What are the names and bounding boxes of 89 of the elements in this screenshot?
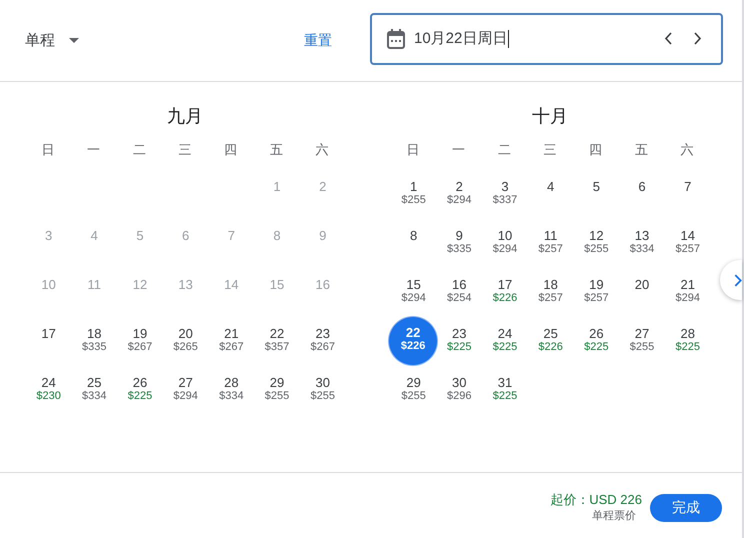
done-button[interactable]: 完成 <box>650 494 722 522</box>
calendar-day: 10 <box>26 274 72 319</box>
chevron-right-icon <box>734 272 742 288</box>
weekday-label: 二 <box>496 141 512 159</box>
month-title: 十月 <box>532 105 568 127</box>
weekday-label: 四 <box>588 141 604 159</box>
weekday-label: 六 <box>680 141 695 159</box>
calendar-day[interactable]: 15 $294 <box>391 274 436 319</box>
calendar-day: 16 <box>300 274 346 319</box>
calendar-day[interactable]: 17 <box>26 323 72 368</box>
weekday-label: 日 <box>40 141 56 159</box>
calendar-day: 6 <box>163 225 208 270</box>
calendar-day[interactable]: 26 $225 <box>117 372 162 417</box>
calendar-day[interactable]: 22 $357 <box>254 323 300 368</box>
weekday-label: 六 <box>314 141 330 159</box>
calendar-day[interactable]: 7 <box>665 176 710 221</box>
calendar-day[interactable]: 24 $225 <box>482 323 528 368</box>
weekday-label: 二 <box>132 141 147 159</box>
calendar-day[interactable]: 30 $255 <box>300 372 346 417</box>
calendar-day[interactable]: 30 $296 <box>436 372 482 417</box>
calendar-day[interactable]: 19 $267 <box>117 323 162 368</box>
calendar-day[interactable]: 9 $335 <box>436 225 482 270</box>
calendar-day[interactable]: 28 $225 <box>665 323 710 368</box>
calendar-day[interactable]: 5 <box>574 176 619 221</box>
reset-link[interactable]: 重置 <box>304 28 332 54</box>
weekday-label: 四 <box>223 141 238 159</box>
calendar-day[interactable]: 18 $257 <box>528 274 574 319</box>
calendar-day: 8 <box>254 225 300 270</box>
calendar-day[interactable]: 21 $294 <box>665 274 710 319</box>
calendar-icon <box>387 28 405 48</box>
calendar-day[interactable]: 22 $226 <box>389 317 438 365</box>
calendar-day[interactable]: 11 $257 <box>528 225 574 270</box>
date-field[interactable]: 10月22日周日 <box>370 12 723 64</box>
price-note: 单程票价 <box>592 509 636 524</box>
calendar-day[interactable]: 12 $255 <box>574 225 619 270</box>
calendar-day[interactable]: 18 $335 <box>72 323 117 368</box>
calendar-day: 3 <box>26 225 72 270</box>
calendar-day: 4 <box>72 225 117 270</box>
calendar-day[interactable]: 28 $334 <box>208 372 254 417</box>
calendar-day[interactable]: 23 $267 <box>300 323 346 368</box>
calendar-day[interactable]: 23 $225 <box>436 323 482 368</box>
calendar-day[interactable]: 14 $257 <box>665 225 710 270</box>
trip-type-dropdown[interactable]: 单程 <box>17 25 87 56</box>
calendar-day: 12 <box>117 274 162 319</box>
weekday-label: 五 <box>634 141 649 159</box>
calendar-day[interactable]: 1 $255 <box>391 176 436 221</box>
chevron-right-icon <box>694 32 702 45</box>
calendar-day[interactable]: 26 $225 <box>574 323 619 368</box>
month-title: 九月 <box>167 105 203 127</box>
calendar-day[interactable]: 10 $294 <box>482 225 528 270</box>
calendar-day[interactable]: 6 <box>620 176 665 221</box>
caret-icon <box>69 38 79 43</box>
calendar-day[interactable]: 2 $294 <box>436 176 482 221</box>
calendar-day: 11 <box>72 274 117 319</box>
calendar-day[interactable]: 29 $255 <box>254 372 300 417</box>
calendar-day[interactable]: 20 <box>620 274 665 319</box>
calendar-day[interactable]: 4 <box>528 176 574 221</box>
weekday-label: 五 <box>268 141 284 159</box>
weekday-label: 一 <box>451 141 466 159</box>
calendar-day: 9 <box>300 225 346 270</box>
calendar-day: 2 <box>300 176 346 221</box>
calendar-day: 5 <box>117 225 162 270</box>
calendar-day: 13 <box>163 274 208 319</box>
calendar-day: 7 <box>208 225 254 270</box>
calendar-day[interactable]: 25 $334 <box>72 372 117 417</box>
calendar-day[interactable]: 19 $257 <box>574 274 619 319</box>
calendar-day: 1 <box>254 176 300 221</box>
calendar-day[interactable]: 27 $255 <box>620 323 665 368</box>
next-month-button[interactable] <box>720 260 742 300</box>
weekday-label: 日 <box>405 141 420 159</box>
calendar-day[interactable]: 17 $226 <box>482 274 528 319</box>
calendar-day[interactable]: 20 $265 <box>163 323 208 368</box>
calendar-day[interactable]: 24 $230 <box>26 372 72 417</box>
calendar-day: 15 <box>254 274 300 319</box>
chevron-left-icon <box>664 32 672 45</box>
calendar-day: 14 <box>208 274 254 319</box>
calendar-day[interactable]: 27 $294 <box>163 372 208 417</box>
calendar-day[interactable]: 16 $254 <box>436 274 482 319</box>
weekday-label: 一 <box>86 141 102 159</box>
calendar-day[interactable]: 25 $226 <box>528 323 574 368</box>
starting-price: 起价：USD 226 <box>550 491 642 509</box>
weekday-label: 三 <box>542 141 558 159</box>
calendar-day[interactable]: 29 $255 <box>391 372 436 417</box>
calendar-day[interactable]: 21 $267 <box>208 323 254 368</box>
weekday-label: 三 <box>178 141 192 159</box>
calendar-day[interactable]: 3 $337 <box>482 176 528 221</box>
calendar-day[interactable]: 31 $225 <box>482 372 528 417</box>
calendar-day[interactable]: 8 <box>391 225 436 270</box>
calendar-day[interactable]: 13 $334 <box>620 225 665 270</box>
